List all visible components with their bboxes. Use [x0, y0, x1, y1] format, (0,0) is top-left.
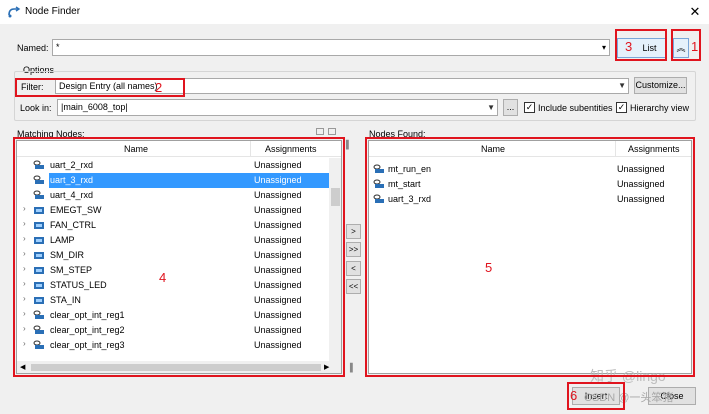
include-subentities-label: Include subentities [538, 103, 613, 113]
annotation-number-4: 4 [159, 270, 167, 285]
annotation-box-3 [615, 29, 667, 61]
named-input[interactable]: * [52, 39, 610, 56]
list-view-icon[interactable] [316, 128, 324, 135]
annotation-number-5: 5 [485, 260, 493, 275]
hierarchy-view-label: Hierarchy view [630, 103, 690, 113]
customize-button[interactable]: Customize... [634, 77, 687, 94]
filter-chevron-down-icon: ▼ [618, 81, 626, 90]
annotation-number-3: 3 [625, 39, 633, 54]
add-all-button[interactable]: >> [346, 242, 361, 257]
named-input-value: * [56, 42, 60, 52]
node-finder-app-icon [8, 6, 21, 18]
named-label: Named: [17, 43, 49, 53]
lookin-input-value: |main_6008_top| [61, 102, 128, 112]
title-bar [0, 0, 709, 24]
lookin-chevron-down-icon: ▼ [487, 103, 495, 112]
annotation-box-5 [365, 137, 695, 377]
details-view-icon[interactable] [328, 128, 336, 135]
remove-selected-button[interactable]: < [346, 261, 361, 276]
window-title: Node Finder [25, 6, 81, 17]
lookin-input[interactable]: |main_6008_top| ▼ [57, 99, 498, 116]
lookin-label: Look in: [20, 103, 52, 113]
remove-all-button[interactable]: << [346, 279, 361, 294]
splitter-grip-icon-2[interactable]: ▐ [347, 363, 357, 373]
annotation-number-6: 6 [570, 388, 578, 403]
hierarchy-view-checkbox[interactable]: ✓ [616, 102, 627, 113]
annotation-number-1: 1 [691, 39, 699, 54]
close-window-icon[interactable]: ✕ [686, 3, 704, 21]
named-dropdown-chevron-down-icon[interactable]: ▾ [598, 39, 610, 56]
include-subentities-checkbox[interactable]: ✓ [524, 102, 535, 113]
add-selected-button[interactable]: > [346, 224, 361, 239]
annotation-number-2: 2 [155, 80, 163, 95]
browse-button[interactable]: ... [503, 99, 518, 116]
annotation-box-4 [13, 137, 345, 377]
